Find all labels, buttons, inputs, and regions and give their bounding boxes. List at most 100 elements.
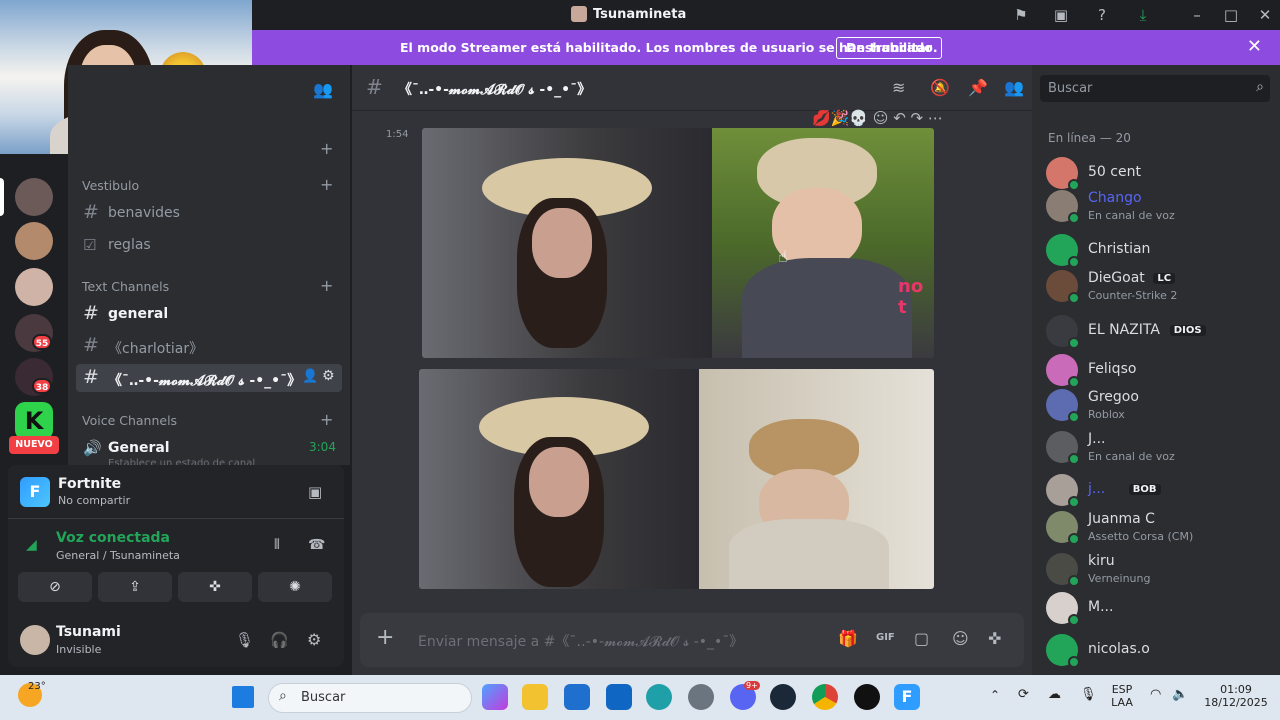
add-attachment-icon[interactable]: + (376, 625, 394, 650)
fortnite-taskbar-icon[interactable]: F (894, 684, 920, 710)
close-banner-icon[interactable]: ✕ (1247, 36, 1262, 57)
server-icon[interactable] (15, 268, 53, 306)
search-icon: ⌕ (279, 688, 287, 704)
add-channel-icon[interactable]: + (320, 410, 333, 429)
screen-share-button[interactable]: ⇪ (98, 572, 172, 602)
headphones-icon[interactable]: 🎧 (270, 631, 289, 649)
member-item[interactable]: Christian (1046, 230, 1272, 270)
online-status-dot (1068, 614, 1080, 626)
category-voice-channels[interactable]: Voice Channels (82, 413, 177, 428)
emoji-icon[interactable]: ☺ (952, 629, 969, 648)
sticker-icon[interactable]: ▢ (914, 629, 929, 648)
mic-tray-icon[interactable]: 🎙 (1080, 687, 1097, 702)
user-settings-icon[interactable]: ⚙ (307, 630, 321, 649)
avatar[interactable] (20, 625, 50, 655)
settings-app-icon[interactable] (688, 684, 714, 710)
search-input[interactable]: Buscar ⌕ (1040, 75, 1270, 102)
copilot-icon[interactable] (482, 684, 508, 710)
gift-icon[interactable]: 🎁 (838, 629, 858, 648)
member-item[interactable]: Chango En canal de voz (1046, 186, 1272, 226)
channel-reglas[interactable]: ☑ reglas (76, 231, 342, 259)
member-item[interactable]: M... (1046, 588, 1272, 628)
user-panel: F Fortnite No compartir ▣ ◢ Voz conectad… (8, 465, 344, 667)
voice-channel-general[interactable]: 🔊 General 3:04 Establece un estado de ca… (76, 434, 342, 469)
outlook-icon[interactable] (606, 684, 632, 710)
channel-sidebar: 👥 + Vestibulo + # benavides ☑ reglas Tex… (68, 65, 350, 469)
member-name: Christian (1088, 241, 1151, 257)
add-channel-icon[interactable]: + (320, 276, 333, 295)
store-icon[interactable] (564, 684, 590, 710)
category-text-channels[interactable]: Text Channels (82, 279, 169, 294)
message-input[interactable]: Enviar mensaje a #《¯‥-•-𝓶𝓸𝓶𝓐𝓡𝓭𝓞 𝓼 -•_•¯》 (418, 631, 743, 651)
screen-icon[interactable]: ▣ (1052, 6, 1070, 24)
apps-icon[interactable]: ✜ (988, 629, 1001, 648)
video-attachment[interactable] (419, 369, 934, 589)
sync-icon[interactable]: ⟳ (1018, 687, 1029, 702)
tray-chevron-icon[interactable]: ⌃ (990, 688, 1000, 702)
member-item[interactable]: Juanma C Assetto Corsa (CM) (1046, 507, 1272, 547)
member-item[interactable]: Gregoo Roblox (1046, 385, 1272, 425)
online-status-dot (1068, 212, 1080, 224)
reaction-bar[interactable]: 💋🎉💀 ☺ ↶ ↷ ⋯ (812, 109, 943, 127)
member-item[interactable]: j... BOB (1046, 470, 1272, 510)
steam-icon[interactable] (770, 684, 796, 710)
share-screen-icon[interactable]: ▣ (308, 483, 322, 501)
settings-icon[interactable]: ⚙ (322, 368, 335, 384)
maximize-icon[interactable]: □ (1222, 6, 1240, 24)
member-item[interactable]: Feliqso (1046, 350, 1272, 390)
server-icon[interactable] (15, 222, 53, 260)
camera-button[interactable]: ⊘ (18, 572, 92, 602)
app-icon[interactable] (854, 684, 880, 710)
mute-icon[interactable]: 🔕 (930, 78, 950, 97)
server-icon[interactable]: K (15, 402, 53, 440)
channel-general[interactable]: # general (76, 300, 342, 328)
add-channel-icon[interactable]: + (320, 139, 333, 158)
file-explorer-icon[interactable] (522, 684, 548, 710)
disconnect-icon[interactable]: ☎ (308, 537, 325, 553)
noise-suppression-icon[interactable]: ⫴ (274, 537, 280, 553)
soundboard-button[interactable]: ✺ (258, 572, 332, 602)
language-indicator[interactable]: ESP LAA (1108, 683, 1136, 709)
edge-icon[interactable] (646, 684, 672, 710)
server-icon[interactable] (15, 178, 53, 216)
channel-charlotiar[interactable]: # 《charlotiar》 (76, 332, 342, 360)
chrome-icon[interactable] (812, 684, 838, 710)
cloud-icon[interactable]: ☁ (1048, 687, 1061, 702)
voice-connected-sub[interactable]: General / Tsunamineta (56, 549, 180, 562)
member-item[interactable]: J... En canal de voz (1046, 427, 1272, 467)
help-icon[interactable]: ? (1093, 6, 1111, 24)
threads-icon[interactable]: ≋ (892, 78, 905, 97)
close-window-icon[interactable]: ✕ (1256, 6, 1274, 24)
window-title: Tsunamineta (570, 6, 687, 22)
add-channel-icon[interactable]: + (320, 175, 333, 194)
member-item[interactable]: nicolas.o (1046, 630, 1272, 670)
category-vestibulo[interactable]: Vestibulo (82, 178, 139, 193)
mention-badge: 38 (32, 378, 52, 394)
channel-benavides[interactable]: # benavides (76, 199, 342, 227)
username[interactable]: Tsunami (56, 624, 121, 640)
member-list-icon[interactable]: 👥 (1004, 78, 1024, 97)
invite-icon[interactable]: 👤 (302, 369, 318, 384)
member-item[interactable]: DieGoat LC Counter-Strike 2 (1046, 266, 1272, 306)
minimize-icon[interactable]: – (1188, 6, 1206, 24)
download-icon[interactable]: ⤓ (1134, 6, 1152, 24)
disable-streamer-button[interactable]: Deshabilitar (836, 37, 943, 59)
wifi-icon[interactable]: ◠ (1150, 687, 1161, 702)
message-composer[interactable]: + Enviar mensaje a #《¯‥-•-𝓶𝓸𝓶𝓐𝓡𝓭𝓞 𝓼 -•_•… (360, 613, 1024, 667)
activities-button[interactable]: ✜ (178, 572, 252, 602)
video-attachment[interactable]: no t (422, 128, 934, 358)
add-friend-icon[interactable]: 👥 (313, 80, 333, 99)
start-icon[interactable] (232, 686, 254, 708)
flag-icon[interactable]: ⚑ (1012, 6, 1030, 24)
online-status-dot (1068, 411, 1080, 423)
channel-label: 《¯‥-•-𝓶𝓸𝓶𝓐𝓡𝓭𝓞 𝓼 -•_•¯》 (108, 373, 302, 389)
member-item[interactable]: kiru Verneinung (1046, 549, 1272, 589)
member-item[interactable]: EL NAZITA DIOS (1046, 311, 1272, 351)
volume-icon[interactable]: 🔈 (1172, 687, 1188, 702)
microphone-icon[interactable]: 🎙 (235, 631, 254, 649)
clock[interactable]: 01:09 18/12/2025 (1196, 683, 1276, 709)
pin-icon[interactable]: 📌 (968, 78, 988, 97)
gif-icon[interactable]: GIF (876, 632, 895, 643)
taskbar-search[interactable]: ⌕ Buscar (268, 683, 472, 713)
channel-momardos[interactable]: # 《¯‥-•-𝓶𝓸𝓶𝓐𝓡𝓭𝓞 𝓼 -•_•¯》 👤 ⚙ (76, 364, 342, 392)
